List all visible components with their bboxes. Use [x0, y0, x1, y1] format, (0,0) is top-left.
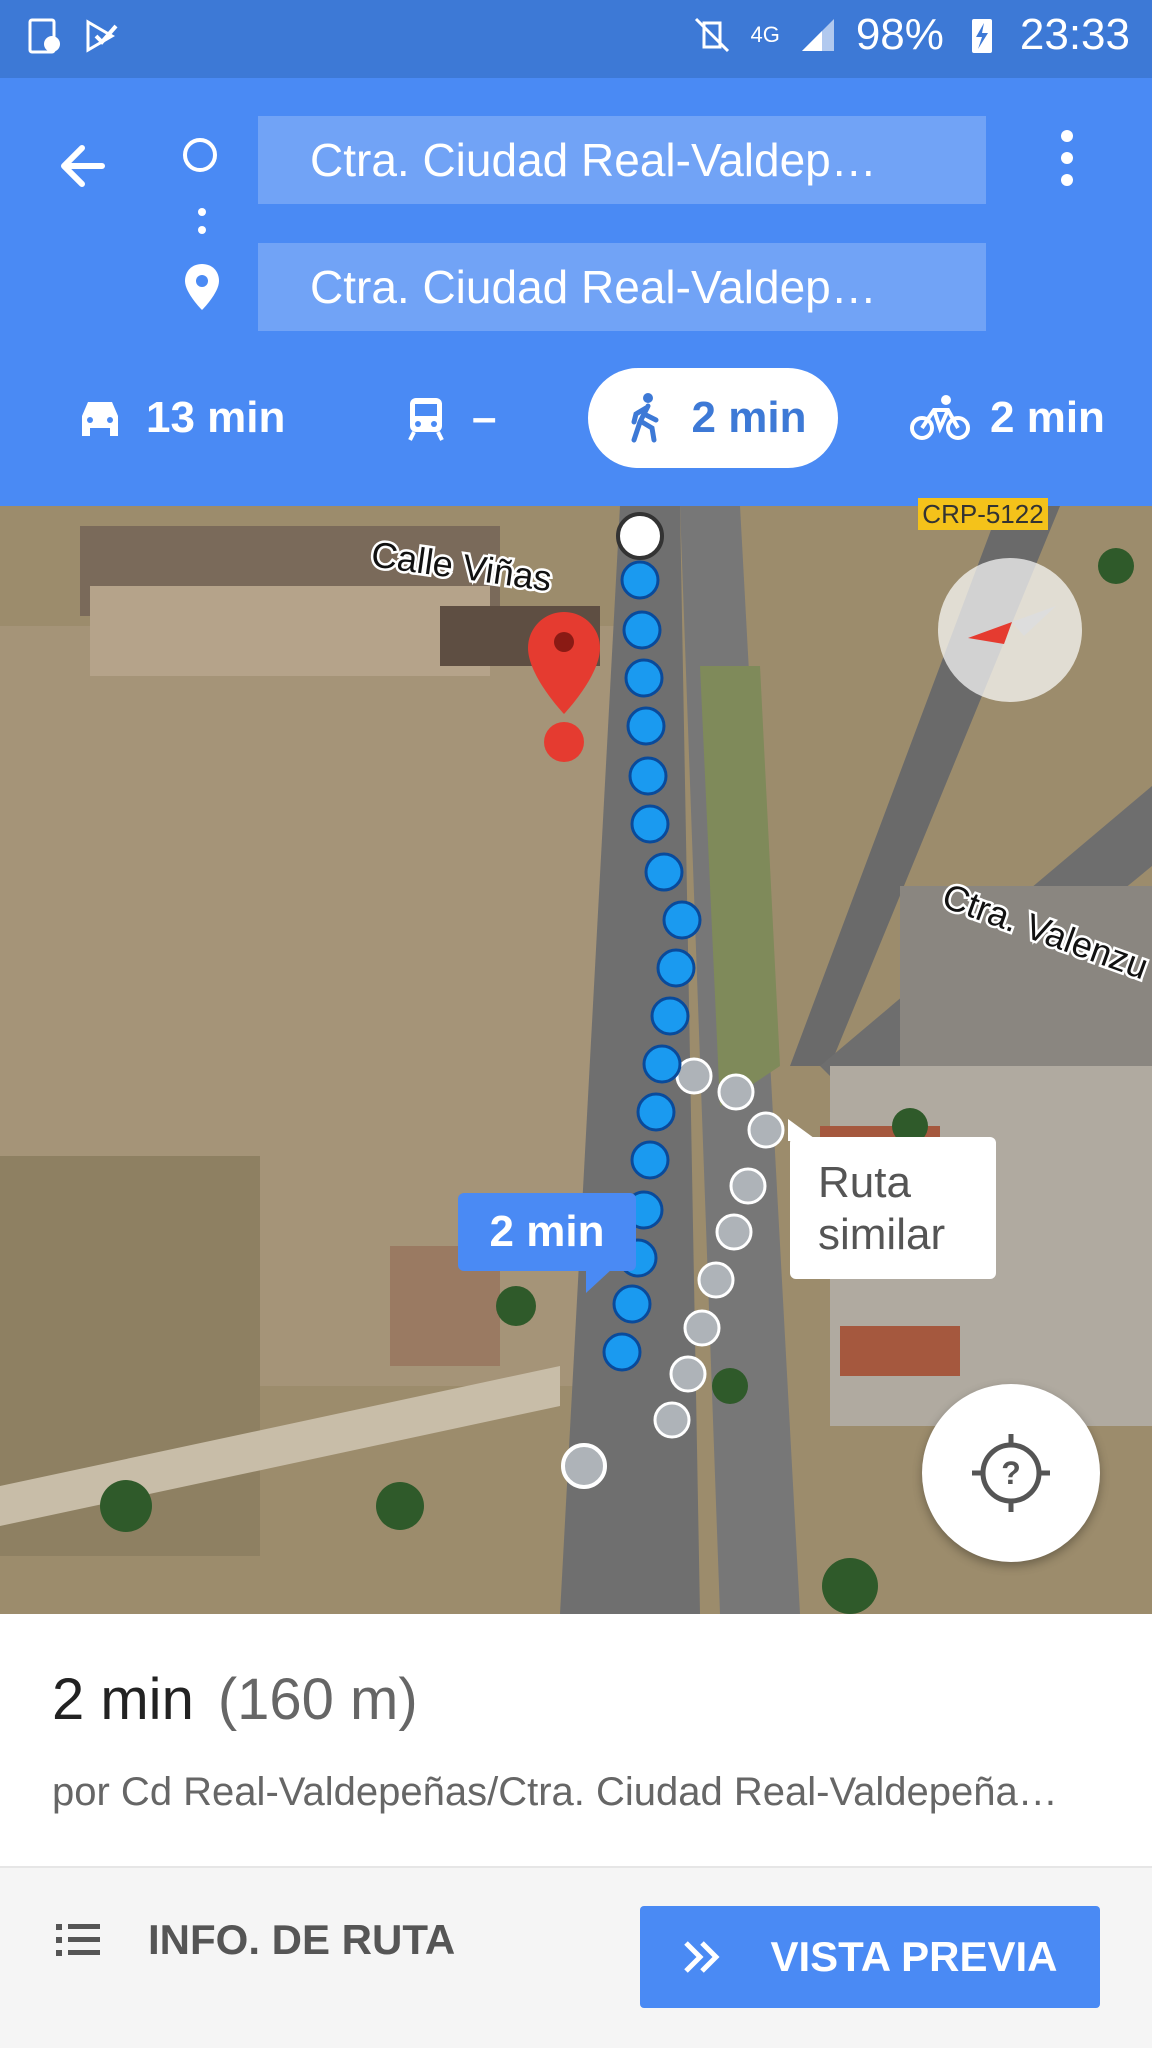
- bicycle-icon: [910, 395, 970, 440]
- svg-text:?: ?: [1001, 1455, 1021, 1491]
- alt-route-line2: similar: [818, 1210, 946, 1259]
- battery-charging-icon: [971, 19, 992, 53]
- double-chevron-icon: [684, 1941, 721, 1973]
- mode-walk[interactable]: 2 min: [588, 368, 838, 468]
- route-duration: 2 min: [52, 1667, 194, 1732]
- bottom-action-bar: INFO. DE RUTA VISTA PREVIA: [0, 1868, 1152, 2048]
- route-dots-icon: [198, 208, 206, 244]
- route-summary-title: 2 min (160 m): [52, 1666, 418, 1733]
- status-bar: 4G 98% 23:33: [0, 0, 1152, 78]
- bike-time: 2 min: [990, 393, 1105, 442]
- route-info-button[interactable]: INFO. DE RUTA: [56, 1916, 455, 1964]
- task-check-icon: [86, 19, 118, 53]
- location-unknown-icon: ?: [972, 1434, 1050, 1512]
- mode-bike[interactable]: 2 min: [910, 368, 1105, 468]
- compass-icon: [968, 606, 1056, 644]
- preview-button[interactable]: VISTA PREVIA: [640, 1906, 1100, 2008]
- preview-label: VISTA PREVIA: [770, 1933, 1058, 1980]
- walk-time: 2 min: [691, 393, 807, 442]
- car-time: 13 min: [146, 393, 286, 442]
- directions-header: Ctra. Ciudad Real-Valdep… Ctra. Ciudad R…: [0, 78, 1152, 506]
- my-location-button[interactable]: ?: [922, 1384, 1100, 1562]
- route-time-callout[interactable]: 2 min: [458, 1193, 636, 1293]
- route-via: por Cd Real-Valdepeñas/Ctra. Ciudad Real…: [52, 1770, 1058, 1814]
- clock: 23:33: [1019, 10, 1130, 59]
- road-sign-label: CRP-5122: [918, 498, 1048, 530]
- more-options-icon[interactable]: [1052, 130, 1082, 190]
- network-type: 4G: [750, 22, 780, 47]
- route-info-label: INFO. DE RUTA: [148, 1916, 456, 1963]
- battery-percent: 98%: [855, 10, 944, 59]
- alt-route-line1: Ruta: [818, 1158, 911, 1207]
- train-icon: [408, 398, 444, 441]
- signal-icon: [801, 19, 834, 51]
- compass-button[interactable]: [938, 558, 1082, 702]
- origin-circle-icon: [183, 138, 217, 172]
- car-icon: [82, 402, 118, 436]
- route-distance: (160 m): [217, 1667, 418, 1732]
- vibrate-mute-icon: [695, 17, 730, 53]
- destination-pin-icon: [185, 264, 219, 310]
- alternate-route-callout[interactable]: Ruta similar: [788, 1119, 996, 1279]
- sim-notification-icon: [28, 18, 60, 54]
- back-arrow-icon[interactable]: [52, 136, 112, 196]
- walking-icon: [631, 393, 659, 443]
- transit-time: –: [472, 393, 497, 442]
- mode-car[interactable]: 13 min: [74, 368, 285, 468]
- list-icon: [56, 1924, 100, 1956]
- origin-field[interactable]: Ctra. Ciudad Real-Valdep…: [258, 116, 986, 204]
- destination-field[interactable]: Ctra. Ciudad Real-Valdep…: [258, 243, 986, 331]
- mode-transit[interactable]: –: [400, 368, 496, 468]
